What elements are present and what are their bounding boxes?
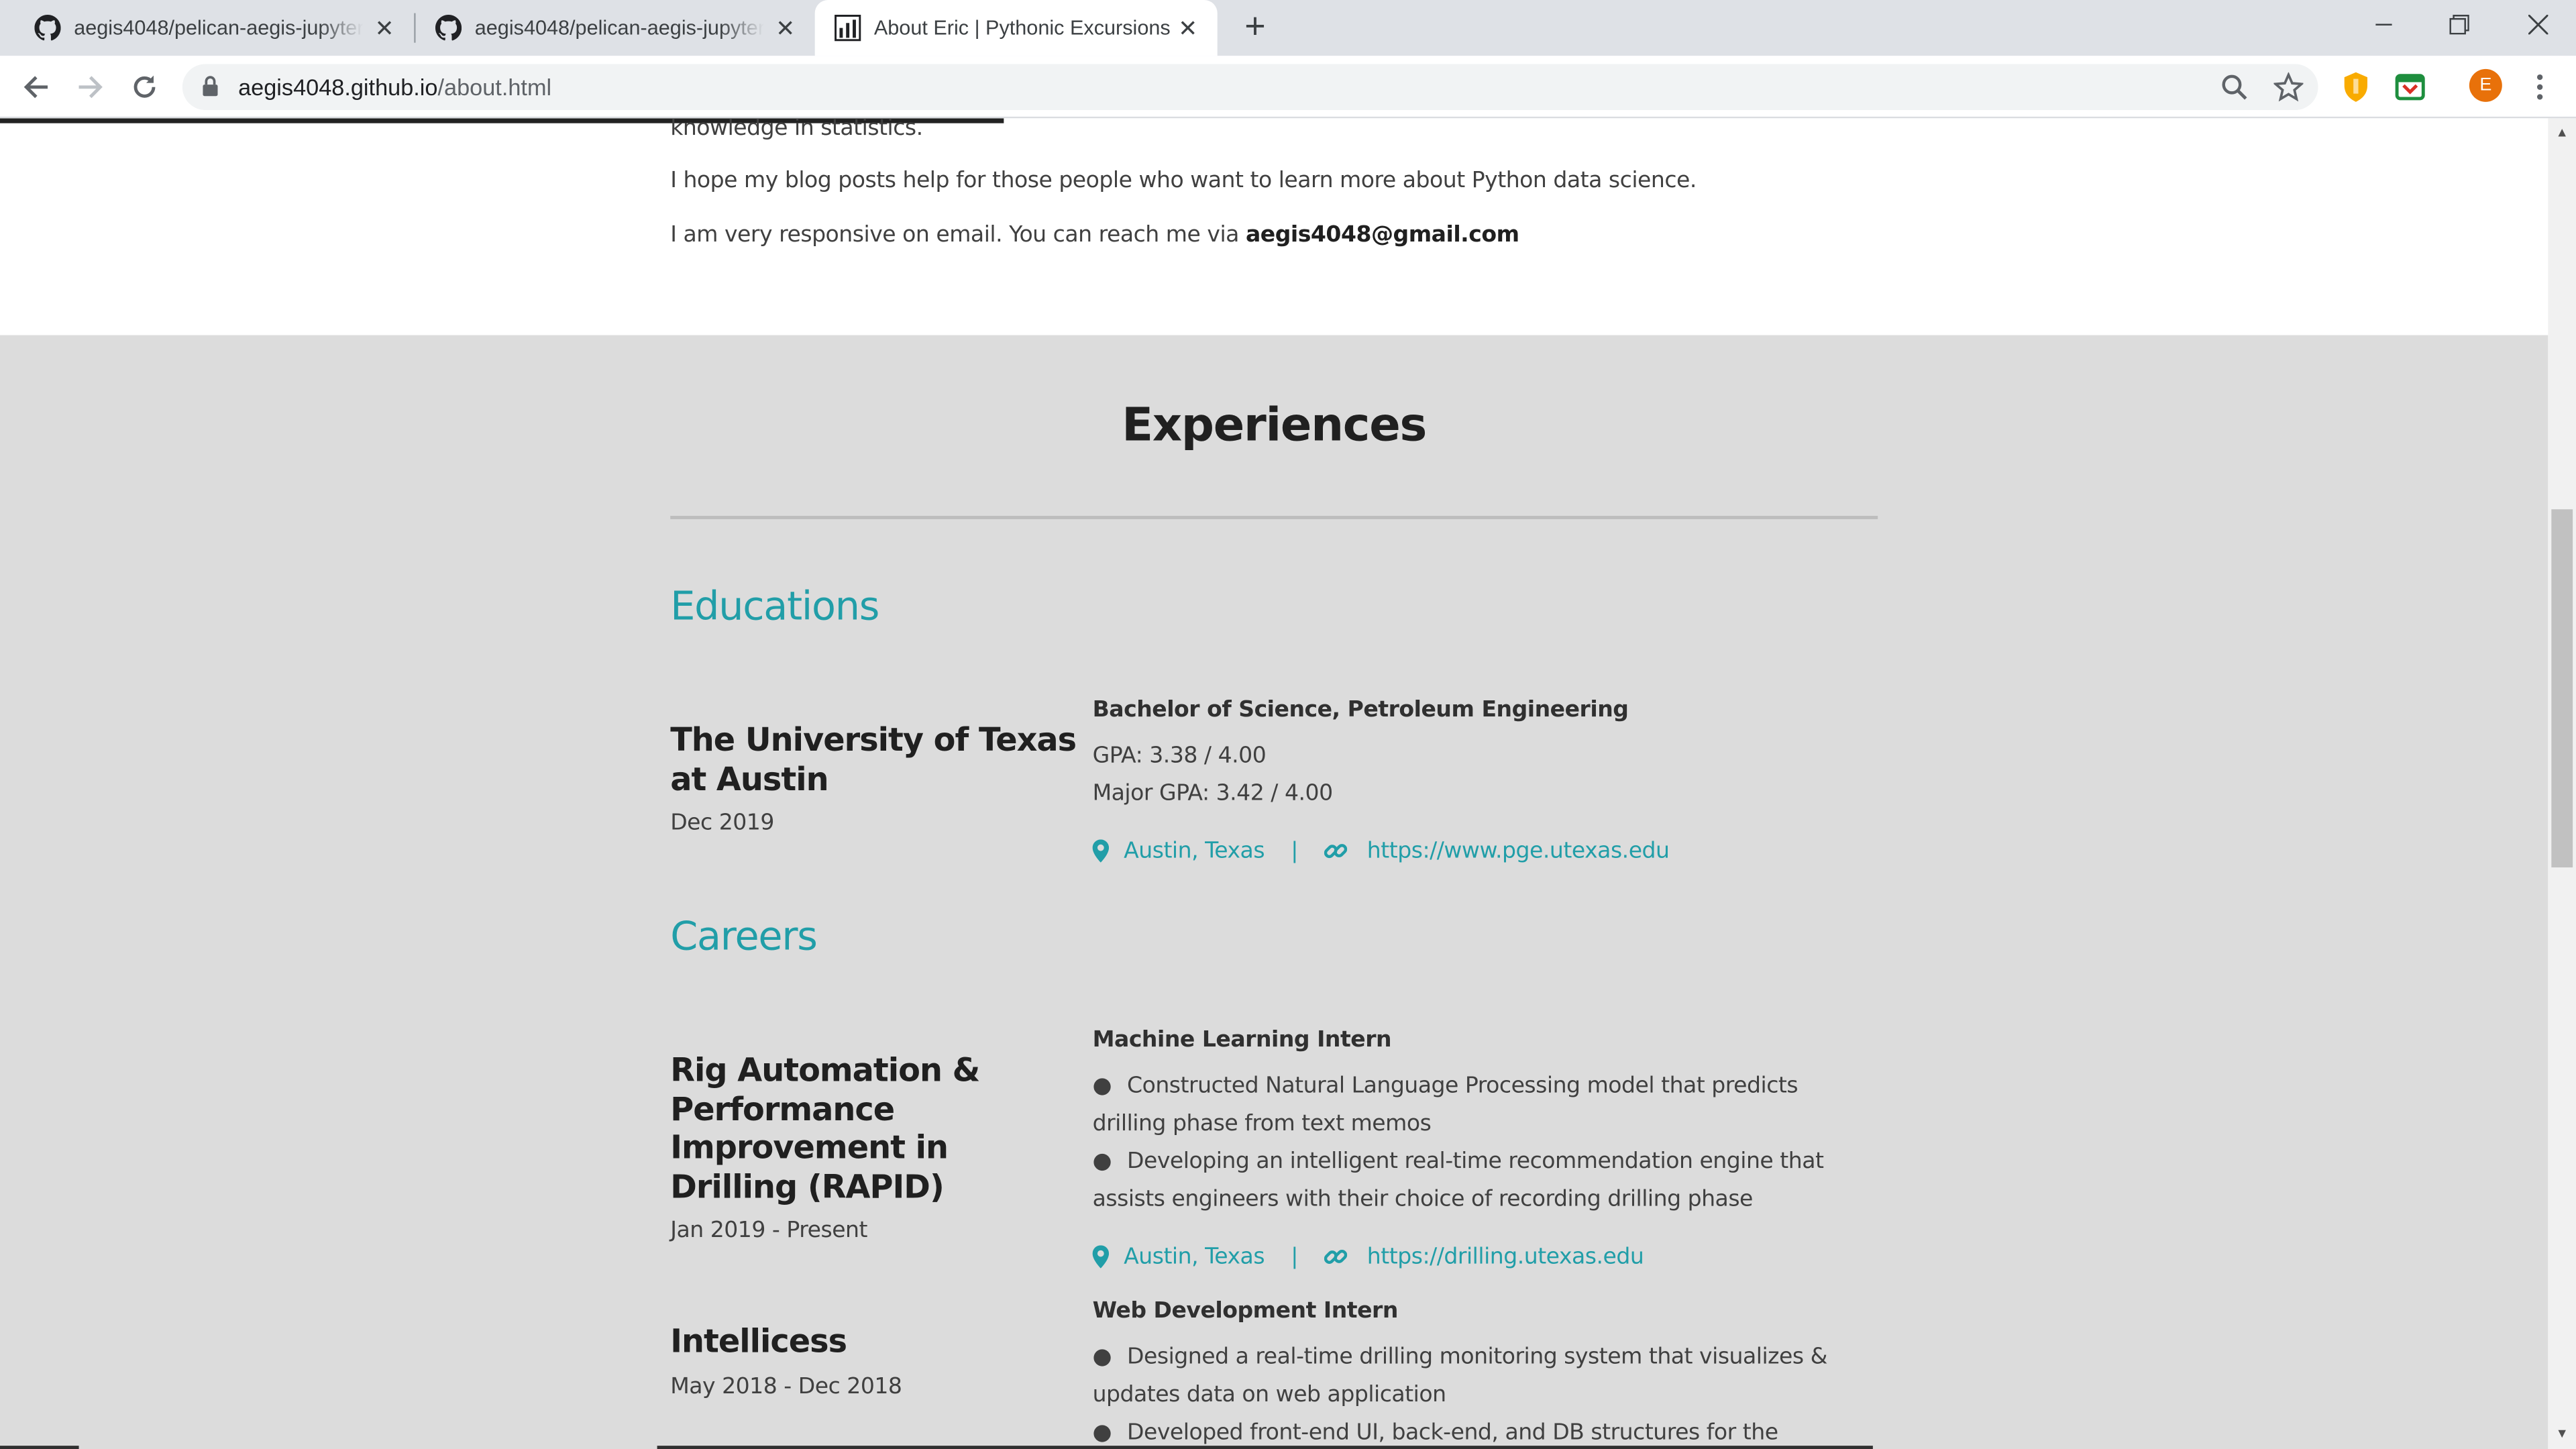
site-icon (835, 15, 861, 42)
tab-strip: aegis4048/pelican-aegis-jupyter- ✕ aegis… (0, 0, 2576, 56)
extension-shield-icon[interactable] (2339, 70, 2372, 103)
back-arrow-icon[interactable] (16, 67, 56, 107)
intro-text: knowledge in statistics. (670, 118, 923, 142)
education-location[interactable]: Austin, Texas (1124, 838, 1265, 864)
career-role: Machine Learning Intern (1092, 1026, 1392, 1053)
tab-about-eric[interactable]: About Eric | Pythonic Excursions ✕ (814, 0, 1218, 56)
taskbar-edge (0, 1446, 79, 1449)
tab-title: aegis4048/pelican-aegis-jupyter- (74, 16, 364, 40)
github-icon (435, 15, 462, 41)
reload-icon[interactable] (125, 67, 164, 107)
zoom-icon[interactable] (2218, 70, 2251, 103)
lock-icon (203, 76, 218, 97)
close-icon[interactable]: ✕ (1175, 15, 1201, 41)
separator: | (1291, 1243, 1298, 1271)
email-address[interactable]: aegis4048@gmail.com (1246, 222, 1519, 248)
career-location[interactable]: Austin, Texas (1124, 1244, 1265, 1270)
career-date: Jan 2019 - Present (670, 1217, 867, 1244)
page-content: knowledge in statistics. I hope my blog … (0, 118, 2548, 1449)
blog-hope-text: I hope my blog posts help for those peop… (670, 167, 1697, 194)
close-icon[interactable]: ✕ (772, 15, 798, 41)
career-role: Web Development Intern (1092, 1297, 1399, 1324)
education-meta: Austin, Texas | https://www.pge.utexas.e… (1092, 837, 1670, 865)
profile-avatar[interactable]: E (2469, 68, 2502, 102)
bullet-text: Developing an intelligent real-time reco… (1092, 1148, 1824, 1214)
url-path: /about.html (437, 74, 552, 101)
bullet-text: Developed front-end UI, back-end, and DB… (1127, 1419, 1778, 1446)
link-icon (1324, 1245, 1348, 1268)
divider (670, 515, 1878, 519)
tab-title: About Eric | Pythonic Excursions (873, 16, 1170, 40)
restore-icon[interactable] (2422, 0, 2498, 49)
career-bullet: ● Developed front-end UI, back-end, and D… (1093, 1415, 1865, 1449)
browser-toolbar: aegis4048.github.io/about.html (0, 56, 2576, 119)
bookmark-star-icon[interactable] (2272, 70, 2305, 103)
url-host: aegis4048.github.io (238, 74, 438, 101)
school-date: Dec 2019 (670, 810, 774, 837)
bullet-text: Designed a real-time drilling monitoring… (1092, 1344, 1828, 1409)
scroll-down-arrow-icon[interactable]: ▼ (2548, 1423, 2576, 1446)
url-text: aegis4048.github.io/about.html (238, 74, 551, 100)
tab-title: aegis4048/pelican-aegis-jupyter- (474, 16, 764, 40)
experiences-section (0, 335, 2548, 1449)
degree: Bachelor of Science, Petroleum Engineeri… (1092, 696, 1629, 723)
career-org: Intellicess (670, 1322, 847, 1360)
new-tab-icon[interactable]: + (1236, 7, 1275, 48)
scroll-up-arrow-icon[interactable]: ▲ (2548, 121, 2576, 144)
gpa: GPA: 3.38 / 4.00 (1092, 742, 1267, 769)
career-org: Rig Automation & Performance Improvement… (670, 1051, 980, 1205)
scrollbar-thumb[interactable] (2551, 509, 2573, 868)
extension-pocket-icon[interactable] (2394, 70, 2426, 103)
bullet-icon: ● (1092, 1073, 1112, 1099)
contact-text: I am very responsive on email. You can r… (670, 222, 1519, 248)
menu-dots-icon[interactable] (2520, 67, 2560, 107)
link-icon (1324, 839, 1348, 862)
education-link[interactable]: https://www.pge.utexas.edu (1367, 838, 1670, 864)
bullet-icon: ● (1092, 1344, 1112, 1371)
forward-arrow-icon[interactable] (70, 67, 110, 107)
career-bullet: ● Constructed Natural Language Processing… (1093, 1068, 1865, 1144)
close-window-icon[interactable] (2500, 0, 2576, 49)
contact-prefix: I am very responsive on email. You can r… (670, 221, 1246, 248)
separator: | (1291, 837, 1298, 865)
map-marker-icon (1092, 839, 1112, 863)
map-marker-icon (1092, 1245, 1112, 1269)
minimize-icon[interactable] (2346, 0, 2422, 49)
bullet-icon: ● (1092, 1148, 1112, 1175)
career-link[interactable]: https://drilling.utexas.edu (1367, 1244, 1644, 1270)
taskbar-edge (657, 1446, 1873, 1449)
bullet-text: Constructed Natural Language Processing … (1092, 1073, 1799, 1138)
career-bullet: ● Developing an intelligent real-time rec… (1093, 1144, 1865, 1220)
experiences-heading: Experiences (1122, 397, 1427, 452)
educations-heading: Educations (670, 583, 879, 629)
bullet-icon: ● (1092, 1419, 1112, 1446)
github-icon (34, 15, 61, 41)
career-bullet: ● Designed a real-time drilling monitorin… (1093, 1339, 1865, 1415)
tab-github-1[interactable]: aegis4048/pelican-aegis-jupyter- ✕ (0, 0, 414, 56)
career-date: May 2018 - Dec 2018 (670, 1373, 902, 1400)
career-meta: Austin, Texas | https://drilling.utexas.… (1092, 1243, 1644, 1271)
school-name: The University of Texas at Austin (670, 721, 1077, 798)
address-bar[interactable]: aegis4048.github.io/about.html (182, 64, 2318, 111)
close-icon[interactable]: ✕ (371, 15, 397, 41)
major-gpa: Major GPA: 3.42 / 4.00 (1092, 780, 1334, 807)
careers-heading: Careers (670, 913, 818, 960)
tab-github-2[interactable]: aegis4048/pelican-aegis-jupyter- ✕ (401, 0, 815, 56)
